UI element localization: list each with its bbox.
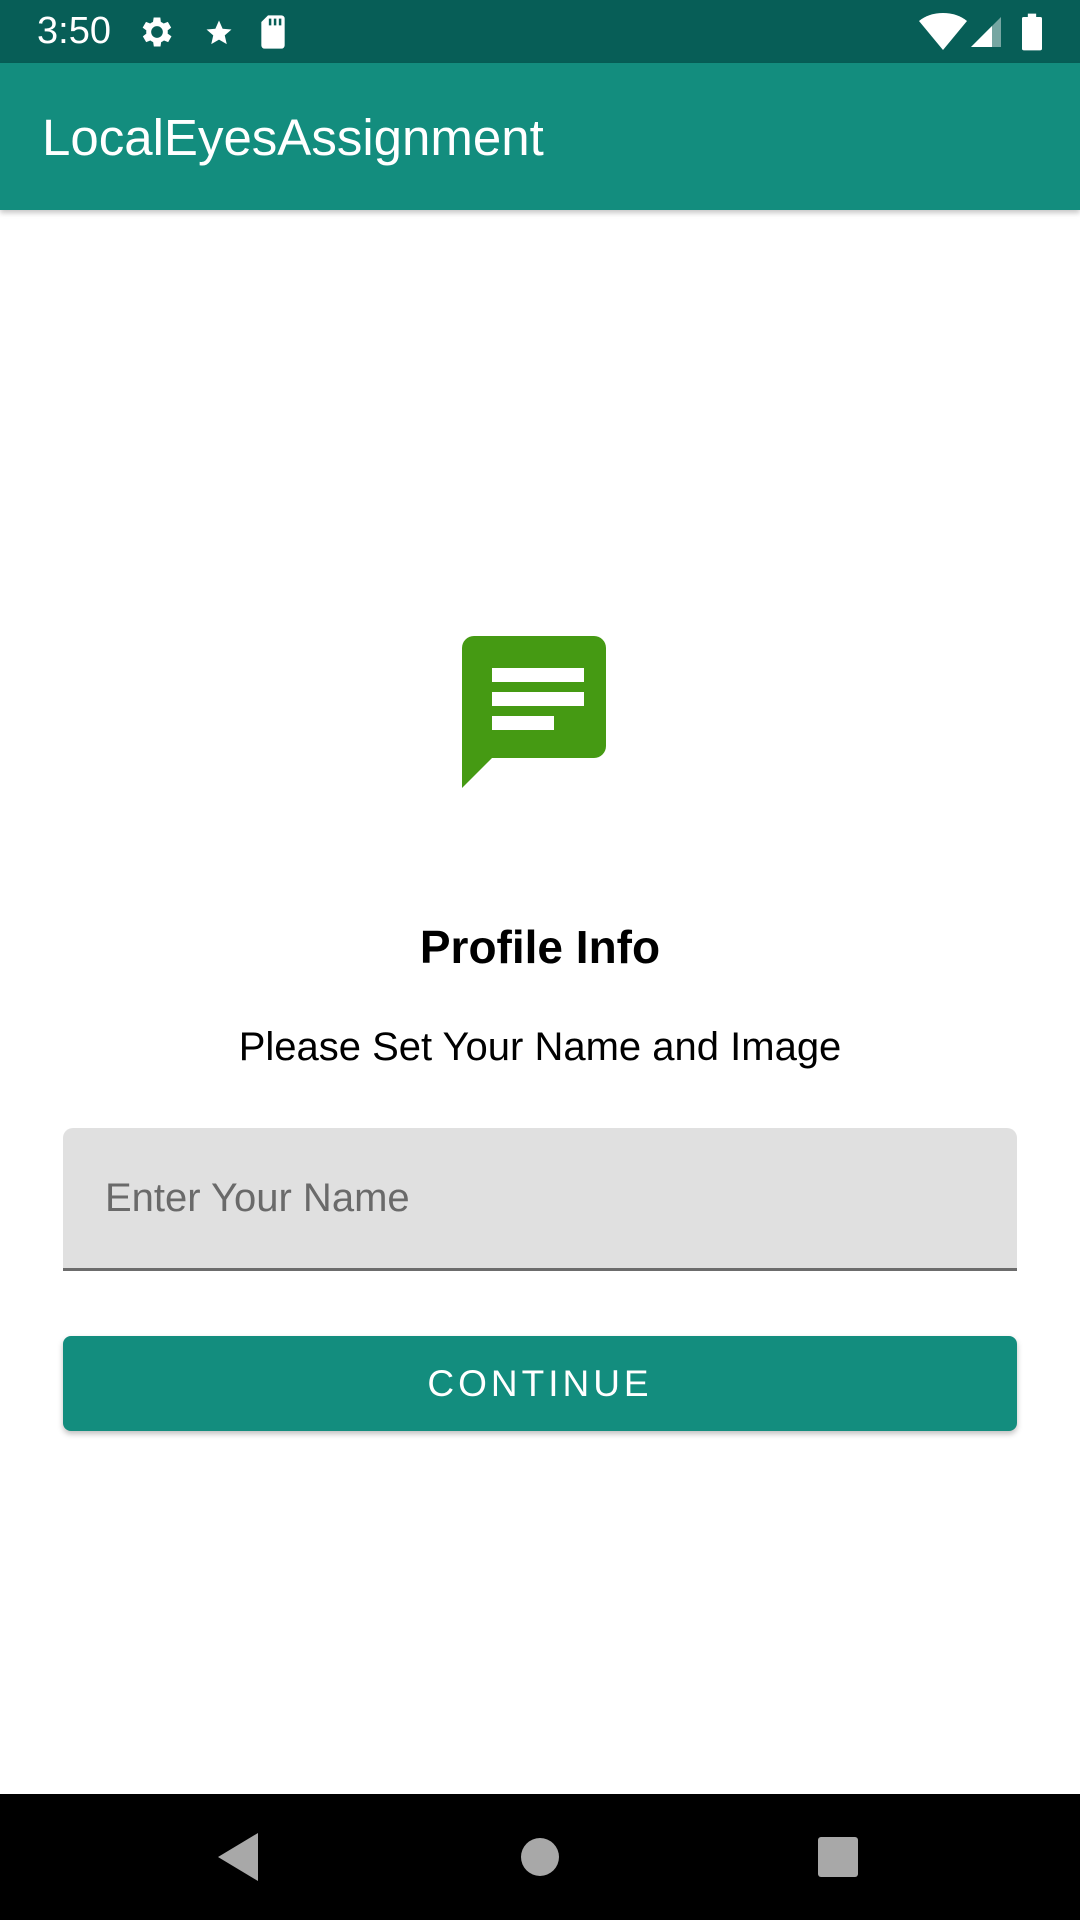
app-title: LocalEyesAssignment bbox=[42, 109, 544, 166]
profile-title: Profile Info bbox=[419, 921, 661, 973]
home-icon[interactable] bbox=[510, 1827, 570, 1887]
status-time: 3:50 bbox=[37, 10, 111, 52]
settings-icon bbox=[137, 12, 177, 52]
battery-icon bbox=[1018, 12, 1046, 52]
sd-card-icon bbox=[253, 12, 293, 52]
name-input[interactable] bbox=[63, 1128, 1017, 1268]
profile-subtitle: Please Set Your Name and Image bbox=[238, 1025, 842, 1069]
signal-icon bbox=[968, 12, 1004, 52]
status-bar: 3:50 bbox=[0, 0, 1080, 63]
continue-button-label: CONTINUE bbox=[427, 1362, 653, 1404]
navigation-bar bbox=[0, 1794, 1080, 1920]
message-bubble-icon bbox=[462, 636, 618, 792]
star-icon bbox=[204, 18, 234, 48]
wifi-icon bbox=[919, 12, 967, 52]
name-field[interactable] bbox=[63, 1128, 1017, 1271]
app-bar: LocalEyesAssignment bbox=[0, 63, 1080, 210]
continue-button[interactable]: CONTINUE bbox=[63, 1336, 1017, 1431]
back-icon[interactable] bbox=[210, 1827, 270, 1887]
recents-icon[interactable] bbox=[808, 1827, 868, 1887]
